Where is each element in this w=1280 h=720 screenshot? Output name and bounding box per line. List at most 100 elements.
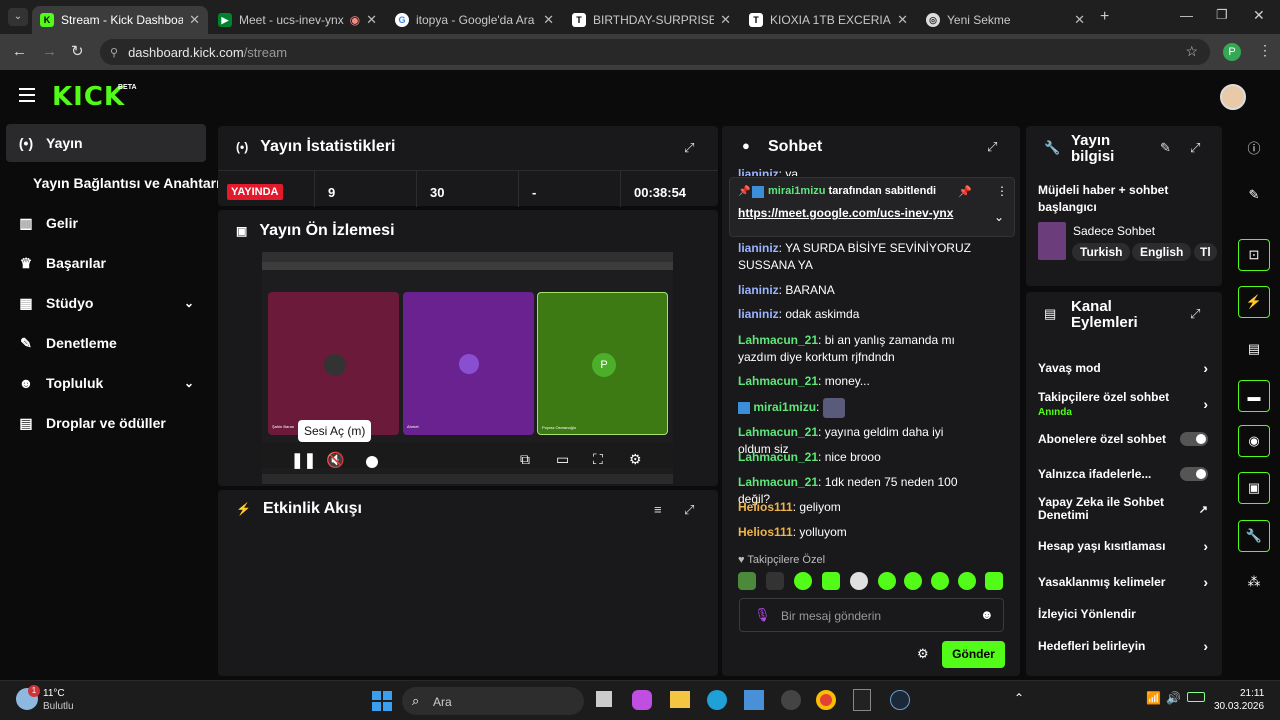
kick-logo[interactable]: KICK: [52, 82, 125, 112]
close-tab-icon[interactable]: ✕: [1074, 12, 1085, 28]
action-set-goals[interactable]: Hedefleri belirleyin ›: [1038, 638, 1208, 654]
windows-start-icon[interactable]: [372, 691, 392, 711]
expand-icon[interactable]: ⤢: [1190, 306, 1200, 322]
app-icon[interactable]: [781, 690, 801, 710]
sidebar-item-yayin[interactable]: (•) Yayın: [6, 124, 206, 162]
expand-icon[interactable]: ⤢: [1190, 140, 1200, 156]
emote-icon[interactable]: [850, 572, 868, 590]
expand-icon[interactable]: ⤢: [684, 140, 694, 156]
info-icon[interactable]: ⓘ: [1238, 131, 1270, 163]
profile-avatar[interactable]: P: [1223, 43, 1241, 61]
tray-chevron-icon[interactable]: ⌃: [1014, 691, 1024, 705]
wifi-icon[interactable]: 📶: [1146, 691, 1161, 705]
community-icon[interactable]: ⁂: [1238, 566, 1270, 598]
browser-tab-meet[interactable]: ▶ Meet - ucs-inev-ynx ◉ ✕: [210, 6, 385, 34]
wrench-icon[interactable]: 🔧: [1238, 520, 1270, 552]
pause-icon[interactable]: ❚❚: [291, 451, 316, 469]
lightning-icon[interactable]: ⚡: [1238, 286, 1270, 318]
theater-icon[interactable]: ▭: [556, 451, 569, 468]
url-field[interactable]: ⚲ dashboard.kick.com/stream ☆: [100, 39, 1210, 65]
emote-icon[interactable]: [904, 572, 922, 590]
reload-button[interactable]: ↻: [71, 42, 84, 60]
emote-icon[interactable]: [958, 572, 976, 590]
notes-icon[interactable]: ▤: [1238, 333, 1270, 365]
unpin-icon[interactable]: 📌: [958, 185, 972, 198]
pip-icon[interactable]: ⧉: [520, 451, 530, 468]
toggle-switch[interactable]: [1180, 467, 1208, 481]
send-button[interactable]: Gönder: [942, 641, 1005, 668]
mute-icon[interactable]: 🔇: [326, 451, 345, 469]
sidebar-item-gelir[interactable]: ▥ Gelir: [6, 204, 206, 242]
chrome-icon[interactable]: [816, 690, 836, 710]
file-explorer-icon[interactable]: [670, 691, 690, 708]
task-view-icon[interactable]: [596, 691, 612, 707]
close-tab-icon[interactable]: ✕: [189, 12, 200, 28]
fullscreen-icon[interactable]: ⛶: [593, 451, 603, 468]
tab-search-button[interactable]: ⌄: [8, 8, 28, 26]
volume-icon[interactable]: 🔊: [1166, 691, 1181, 705]
edit-pencil-icon[interactable]: ✎: [1160, 140, 1171, 156]
emote-icon[interactable]: [985, 572, 1003, 590]
layout-icon[interactable]: ▣: [1238, 472, 1270, 504]
action-followers-only[interactable]: Takipçilere özel sohbet Anında ›: [1038, 390, 1208, 418]
settings-gear-icon[interactable]: ⚙: [629, 451, 642, 468]
emote-icon[interactable]: [738, 572, 756, 590]
minimize-button[interactable]: —: [1180, 8, 1193, 23]
user-avatar[interactable]: [1220, 84, 1246, 110]
sidebar-item-basarilar[interactable]: ♛ Başarılar: [6, 244, 206, 282]
chat-input[interactable]: 🎙 Bir mesaj gönderin ☻: [739, 598, 1004, 632]
close-tab-icon[interactable]: ✕: [366, 12, 377, 28]
clip-icon[interactable]: ⊡: [1238, 239, 1270, 271]
sidebar-item-denetleme[interactable]: ✎ Denetleme: [6, 324, 206, 362]
expand-icon[interactable]: ⤢: [684, 502, 694, 518]
close-tab-icon[interactable]: ✕: [720, 12, 731, 28]
action-emotes-only[interactable]: Yalnızca ifadelerle...: [1038, 466, 1208, 482]
new-tab-button[interactable]: +: [1100, 8, 1109, 26]
expand-icon[interactable]: ⤢: [987, 139, 997, 155]
site-info-icon[interactable]: ⚲: [110, 46, 118, 59]
more-options-icon[interactable]: ⋮: [996, 184, 1008, 198]
copilot-icon[interactable]: [632, 690, 652, 710]
edit-pencil-icon[interactable]: ✎: [1238, 179, 1270, 211]
hamburger-menu-icon[interactable]: [19, 88, 35, 102]
filter-icon[interactable]: ≡: [654, 502, 662, 517]
sidebar-item-droplar[interactable]: ▤ Droplar ve ödüller: [6, 404, 206, 442]
sidebar-item-stream-key[interactable]: Yayın Bağlantısı ve Anahtarı: [6, 164, 221, 202]
tag-pill[interactable]: Tl: [1194, 243, 1217, 261]
toggle-switch[interactable]: [1180, 432, 1208, 446]
browser-tab-new[interactable]: ◎ Yeni Sekme ✕: [918, 6, 1093, 34]
volume-slider[interactable]: [366, 456, 378, 468]
pinned-link[interactable]: https://meet.google.com/ucs-inev-ynx: [738, 206, 953, 220]
action-subscribers-only[interactable]: Abonelere özel sohbet: [1038, 431, 1208, 447]
browser-menu-icon[interactable]: ⋮: [1258, 42, 1272, 59]
browser-tab-kioxia[interactable]: T KIOXIA 1TB EXCERIA PLUS ✕: [741, 6, 916, 34]
back-button[interactable]: ←: [12, 43, 27, 60]
battery-icon[interactable]: [1187, 692, 1205, 702]
taskbar-search[interactable]: ⌕ Ara: [402, 687, 584, 715]
action-banned-words[interactable]: Yasaklanmış kelimeler ›: [1038, 574, 1208, 590]
action-ai-moderation[interactable]: Yapay Zeka ile Sohbet Denetimi ↗: [1038, 496, 1208, 522]
bookmark-star-icon[interactable]: ☆: [1185, 43, 1198, 60]
chat-bubble-icon[interactable]: ▬: [1238, 380, 1270, 412]
emote-icon[interactable]: [822, 572, 840, 590]
browser-tab-kick[interactable]: K Stream - Kick Dashboard ✕: [32, 6, 208, 34]
steam-icon[interactable]: [890, 690, 910, 710]
microphone-icon[interactable]: 🎙: [754, 607, 771, 623]
browser-tab-birthday[interactable]: T BIRTHDAY-SURPRISE / AMI ✕: [564, 6, 739, 34]
edge-icon[interactable]: [707, 690, 727, 710]
close-tab-icon[interactable]: ✕: [543, 12, 554, 28]
action-account-age[interactable]: Hesap yaşı kısıtlaması ›: [1038, 538, 1208, 554]
sidebar-item-topluluk[interactable]: ☻ Topluluk ⌄: [6, 364, 206, 402]
action-raid[interactable]: İzleyici Yönlendir: [1038, 606, 1208, 622]
tag-pill[interactable]: Turkish: [1072, 243, 1131, 261]
forward-button[interactable]: →: [42, 43, 57, 60]
broadcast-icon[interactable]: ◉: [1238, 425, 1270, 457]
emote-icon[interactable]: [878, 572, 896, 590]
emoji-icon[interactable]: ☻: [980, 607, 994, 622]
window-close-button[interactable]: ✕: [1253, 7, 1265, 24]
maximize-button[interactable]: ❐: [1216, 7, 1228, 23]
emote-icon[interactable]: [794, 572, 812, 590]
chevron-down-icon[interactable]: ⌄: [994, 210, 1004, 224]
action-slow-mode[interactable]: Yavaş mod ›: [1038, 360, 1208, 376]
emote-icon[interactable]: [766, 572, 784, 590]
